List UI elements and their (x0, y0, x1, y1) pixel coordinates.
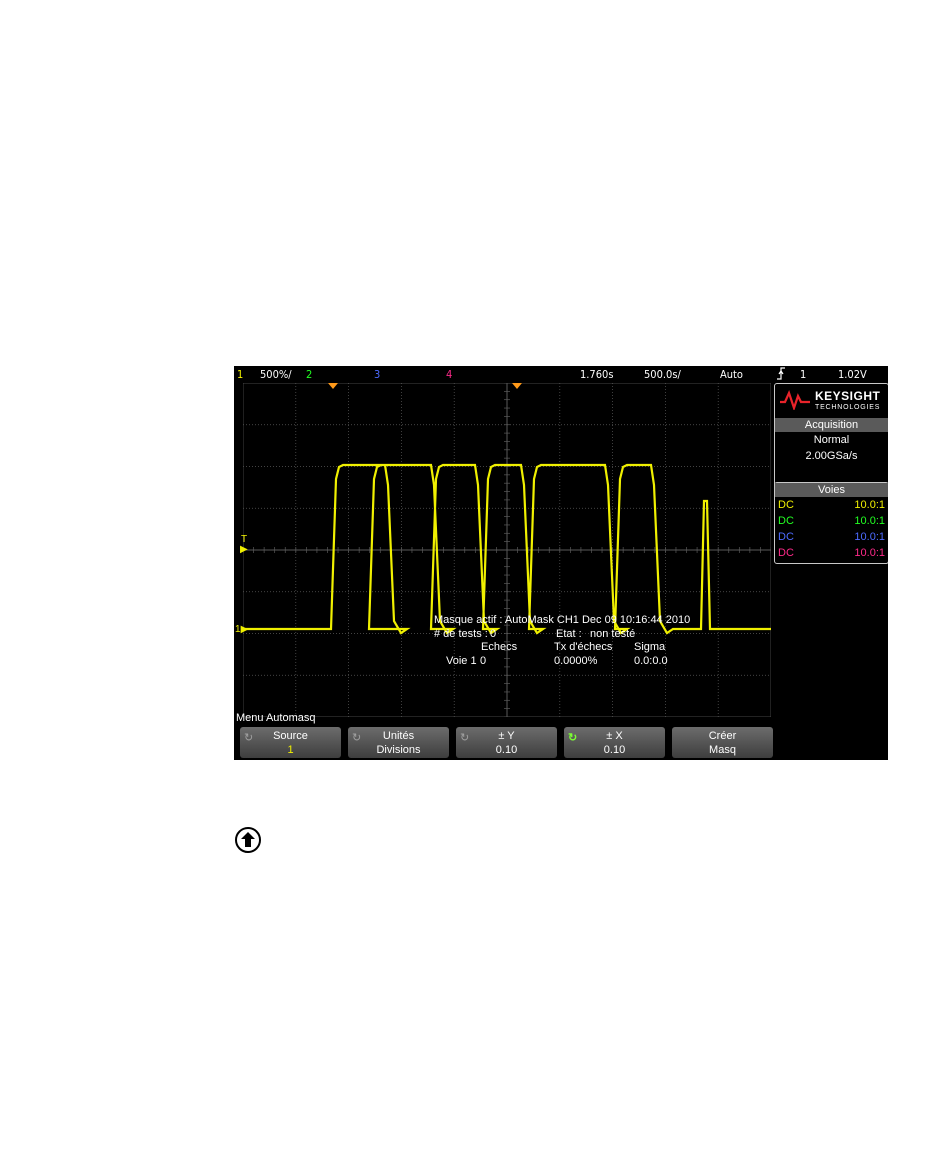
fail-rate-header: Tx d'échecs (554, 641, 613, 653)
mask-active-line: Masque actif : AutoMask CH1 Dec 09 10:16… (434, 614, 691, 626)
failures-header: Echecs (481, 641, 518, 653)
channels-header[interactable]: Voies (775, 483, 888, 497)
knob-icon: ↻ (244, 732, 254, 744)
tests-label: # de tests : (434, 628, 488, 640)
row-fail-rate: 0.0000% (554, 655, 598, 667)
time-delay[interactable]: 1.760s (580, 368, 613, 381)
softkey-tolerance-x[interactable]: ↻ ± X 0.10 (564, 727, 665, 758)
time-reference-marker (512, 383, 522, 389)
row-failures: 0 (480, 655, 487, 667)
channel-row-3[interactable]: DC 10.0:1 (775, 529, 888, 545)
side-panel-channels: Voies DC 10.0:1 DC 10.0:1 DC 10.0:1 DC 10.0:… (774, 482, 888, 564)
acquisition-header[interactable]: Acquisition (775, 418, 888, 432)
sample-rate: 2.00GSa/s (805, 450, 858, 462)
waveform-graticule (243, 383, 771, 717)
ch1-number[interactable]: 1 (237, 368, 243, 381)
sigma-header: Sigma (634, 641, 666, 653)
menu-title: Menu Automasq (236, 712, 316, 724)
ch3-number[interactable]: 3 (374, 368, 380, 381)
softkey-source[interactable]: ↻ Source 1 (240, 727, 341, 758)
row-sigma: 0.0:0.0 (634, 655, 668, 667)
keysight-logo: KEYSIGHT TECHNOLOGIES (775, 384, 888, 418)
ch1-scale[interactable]: 500%/ (260, 368, 292, 381)
trigger-level[interactable]: 1.02V (838, 368, 867, 381)
softkey-units[interactable]: ↻ Unités Divisions (348, 727, 449, 758)
ch4-number[interactable]: 4 (446, 368, 452, 381)
up-arrow-circle-icon (235, 827, 261, 853)
tests-value: 0 (490, 628, 497, 640)
keysight-wave-icon (780, 390, 810, 410)
ch1-ground-marker[interactable]: 1▶ (235, 625, 248, 635)
channel-row-2[interactable]: DC 10.0:1 (775, 513, 888, 529)
state-label: Etat : (556, 628, 582, 640)
softkey-tolerance-y[interactable]: ↻ ± Y 0.10 (456, 727, 557, 758)
trigger-source[interactable]: 1 (800, 368, 806, 381)
channel-row-1[interactable]: DC 10.0:1 (775, 497, 888, 513)
trigger-position-marker (328, 383, 338, 389)
state-value: non testé (590, 628, 636, 640)
channel-row-4[interactable]: DC 10.0:1 (775, 545, 888, 561)
rising-edge-icon (776, 367, 786, 383)
trigger-level-marker[interactable]: T ▶ (240, 535, 248, 555)
acquisition-mode: Normal (813, 434, 850, 446)
row-label: Voie 1 (446, 655, 477, 667)
status-bar: 1 500%/ 2 3 4 1.760s 500.0s/ Auto 1 1.02… (234, 366, 888, 383)
time-scale[interactable]: 500.0s/ (644, 368, 681, 381)
ch2-number[interactable]: 2 (306, 368, 312, 381)
oscilloscope-screen: 1 500%/ 2 3 4 1.760s 500.0s/ Auto 1 1.02… (234, 366, 888, 760)
softkey-create-mask[interactable]: Créer Masq (672, 727, 773, 758)
knob-icon: ↻ (352, 732, 362, 744)
knob-icon: ↻ (460, 732, 470, 744)
grid-lines (243, 383, 771, 717)
knob-active-icon: ↻ (568, 732, 578, 744)
trigger-mode[interactable]: Auto (720, 368, 743, 381)
